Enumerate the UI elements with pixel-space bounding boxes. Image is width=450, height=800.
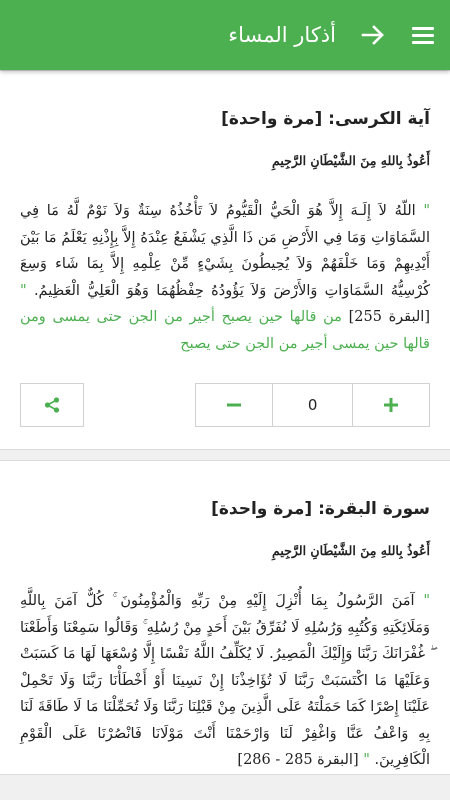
quote-close: " xyxy=(363,752,370,768)
quote-open: " xyxy=(423,593,431,609)
dhikr-reference: [البقرة 255] xyxy=(348,309,430,325)
dhikr-card: سورة البقرة: [مرة واحدة] أَعُوذُ بِاللهِ… xyxy=(0,460,450,775)
plus-icon xyxy=(384,398,399,412)
counter-controls: 0 xyxy=(20,383,430,449)
dhikr-list[interactable]: آية الكرسى: [مرة واحدة] أَعُوذُ بِاللهِ … xyxy=(0,70,450,800)
increment-button[interactable] xyxy=(352,383,430,427)
dhikr-text: " آمَنَ الرَّسُولُ بِمَا أُنْزِلَ إِلَيْ… xyxy=(20,588,430,774)
share-icon xyxy=(44,397,59,413)
back-button[interactable] xyxy=(358,18,388,52)
istiadha-text: أَعُوذُ بِاللهِ مِنَ الشَّيْطَانِ الرَّج… xyxy=(272,543,430,558)
menu-button[interactable] xyxy=(406,18,440,52)
minus-icon xyxy=(226,403,241,407)
arrow-right-icon xyxy=(361,25,384,45)
quote-close: " xyxy=(20,282,27,299)
dhikr-title: آية الكرسى: [مرة واحدة] xyxy=(221,109,430,129)
quote-open: " xyxy=(423,203,430,219)
hamburger-menu-icon xyxy=(412,26,434,30)
hamburger-menu-icon-line xyxy=(412,40,434,44)
decrement-button[interactable] xyxy=(195,383,273,427)
counter-value: 0 xyxy=(272,383,353,427)
dhikr-card: آية الكرسى: [مرة واحدة] أَعُوذُ بِاللهِ … xyxy=(0,70,450,450)
hamburger-menu-icon-line xyxy=(412,33,434,37)
page-title: أذكار المساء xyxy=(228,23,336,47)
istiadha-text: أَعُوذُ بِاللهِ مِنَ الشَّيْطَانِ الرَّج… xyxy=(272,153,430,168)
dhikr-reference: [البقرة 285 - 286] xyxy=(237,752,359,768)
dhikr-title: سورة البقرة: [مرة واحدة] xyxy=(211,499,430,519)
share-button[interactable] xyxy=(20,383,84,427)
dhikr-body: آمَنَ الرَّسُولُ بِمَا أُنْزِلَ إِلَيْهِ… xyxy=(20,593,430,768)
dhikr-text: " اللّهُ لاَ إِلَـهَ إِلاَّ هُوَ الْحَيُ… xyxy=(20,198,430,357)
dhikr-body: اللّهُ لاَ إِلَـهَ إِلاَّ هُوَ الْحَيُّ … xyxy=(20,203,431,299)
app-bar: أذكار المساء xyxy=(0,0,450,70)
